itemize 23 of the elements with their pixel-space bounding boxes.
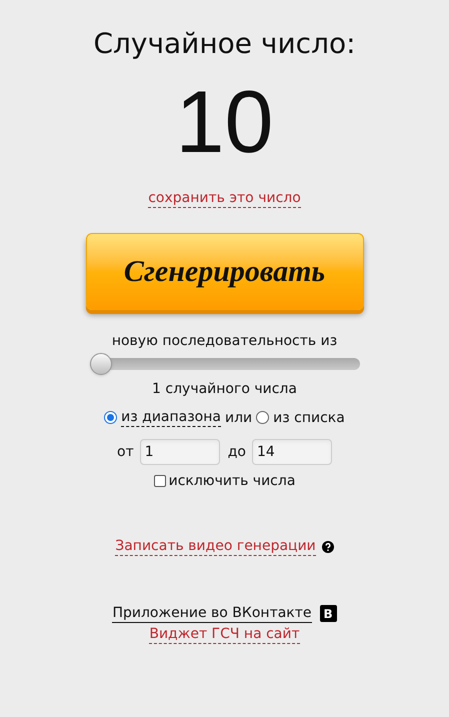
count-slider[interactable]	[90, 353, 360, 375]
to-field[interactable]: 14	[252, 439, 332, 465]
page-title: Случайное число:	[93, 26, 356, 62]
count-text: 1 случайного числа	[152, 380, 297, 398]
sequence-label: новую последовательность из	[112, 332, 338, 350]
save-number-link[interactable]: сохранить это число	[148, 189, 301, 208]
help-icon[interactable]	[322, 540, 334, 552]
vk-badge[interactable]: В	[320, 605, 337, 622]
record-video-link[interactable]: Записать видео генерации	[115, 537, 316, 556]
or-text: или	[224, 408, 252, 426]
mode-label[interactable]: из диапазона	[121, 408, 221, 427]
to-label: до	[228, 442, 246, 462]
from-field[interactable]: 1	[140, 439, 220, 465]
random-number: 10	[176, 72, 274, 172]
widget-link[interactable]: Виджет ГСЧ на сайт	[149, 625, 300, 644]
from-label: от	[117, 442, 134, 462]
radio-button[interactable]	[104, 411, 118, 424]
slider-thumb[interactable]	[90, 353, 112, 375]
mode-label[interactable]: из списка	[273, 408, 345, 426]
vk-app-link[interactable]: Приложение во ВКонтакте	[112, 604, 312, 623]
radio-button[interactable]	[256, 411, 270, 424]
exclude-checkbox[interactable]	[154, 475, 166, 487]
exclude-label: исключить числа	[168, 472, 296, 490]
